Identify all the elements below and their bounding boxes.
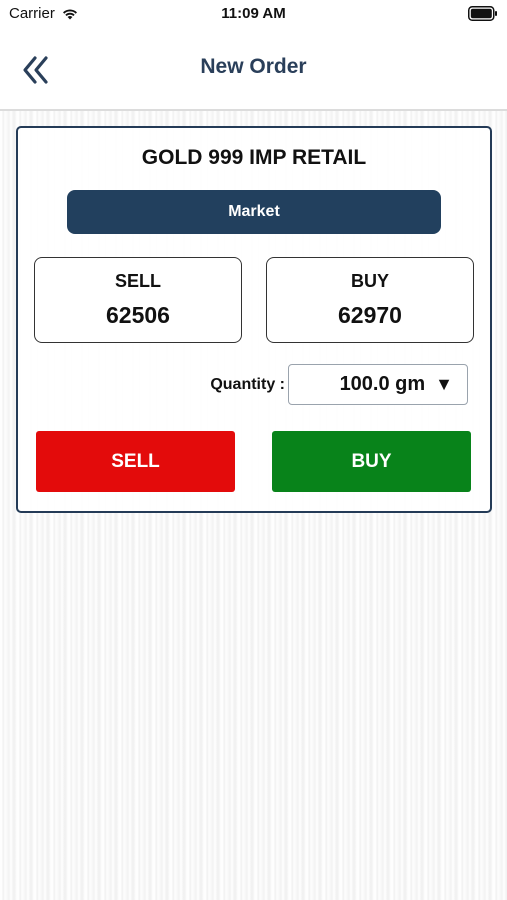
battery-icon <box>468 6 498 25</box>
buy-rate-value: 62970 <box>338 302 402 328</box>
buy-button-label: BUY <box>351 450 392 472</box>
quantity-value: 100.0 gm <box>339 373 426 395</box>
order-type-label: Market <box>228 203 280 220</box>
sell-button-label: SELL <box>111 450 160 472</box>
quantity-dropdown[interactable]: 100.0 gm ▼ <box>288 364 468 405</box>
buy-rate-box: BUY 62970 <box>266 257 474 343</box>
status-time: 11:09 AM <box>221 5 286 22</box>
order-type-button[interactable]: Market <box>67 190 441 234</box>
sell-rate-box: SELL 62506 <box>34 257 242 343</box>
status-bar: Carrier 11:09 AM <box>0 0 507 30</box>
navigation-bar: New Order <box>0 30 507 111</box>
sell-rate-label: SELL <box>114 271 161 291</box>
buy-rate-label: BUY <box>350 271 389 291</box>
page-title: New Order <box>200 55 307 78</box>
buy-button[interactable]: BUY <box>272 431 471 492</box>
order-card: GOLD 999 IMP RETAIL Market SELL 62506 BU… <box>16 126 492 513</box>
sell-rate-value: 62506 <box>106 302 170 328</box>
caret-down-icon: ▼ <box>435 374 453 394</box>
product-title: GOLD 999 IMP RETAIL <box>141 146 367 169</box>
quantity-label: Quantity : <box>210 376 285 393</box>
sell-button[interactable]: SELL <box>36 431 235 492</box>
